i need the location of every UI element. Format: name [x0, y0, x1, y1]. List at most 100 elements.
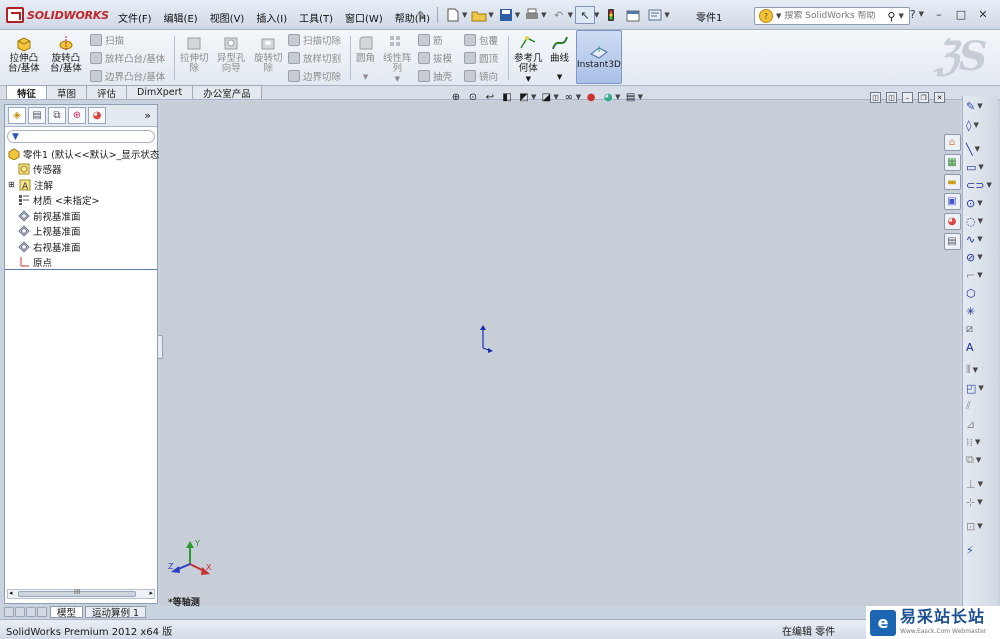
point-tool[interactable]: ✳	[966, 303, 996, 319]
instant3d-button[interactable]: Instant3D	[576, 30, 622, 84]
tab-evaluate[interactable]: 评估	[86, 85, 128, 100]
feature-tree-filter[interactable]: ▼	[7, 130, 155, 143]
view-settings-icon[interactable]: ▤	[624, 90, 638, 104]
chevron-down-icon[interactable]: ▼	[898, 12, 903, 20]
chevron-down-icon[interactable]: ▼	[526, 74, 531, 84]
chevron-down-icon[interactable]: ▼	[977, 199, 982, 207]
next-tab-icon[interactable]	[26, 607, 36, 617]
chevron-down-icon[interactable]: ▼	[977, 235, 982, 243]
boundary-boss-button[interactable]: 边界凸台/基体	[90, 68, 165, 84]
menu-insert[interactable]: 插入(I)	[250, 8, 293, 27]
linear-sketch-pattern-tool[interactable]: ⁞⁞ ▼	[966, 434, 996, 450]
smart-dimension-tool[interactable]: ◊ ▼	[966, 117, 996, 133]
custom-properties-icon[interactable]: ▤	[943, 233, 961, 250]
extruded-boss-button[interactable]: 拉伸凸 台/基体	[8, 34, 40, 74]
chevron-down-icon[interactable]: ▼	[664, 11, 669, 19]
minimize-icon[interactable]: –	[932, 7, 946, 21]
pin-icon[interactable]: ✎	[412, 6, 432, 24]
chevron-down-icon[interactable]: ▼	[531, 93, 536, 101]
horizontal-scrollbar[interactable]: ◂ III ▸	[7, 588, 155, 599]
tab-office-products[interactable]: 办公室产品	[192, 85, 262, 100]
hide-show-items-icon[interactable]: ∞	[562, 90, 576, 104]
rectangle-tool[interactable]: ▭ ▼	[966, 159, 996, 175]
chevron-right-icon[interactable]: »	[144, 109, 151, 122]
chevron-down-icon[interactable]: ▼	[978, 163, 983, 171]
chevron-down-icon[interactable]: ▼	[975, 145, 980, 153]
chevron-down-icon[interactable]: ▼	[976, 456, 981, 464]
feature-manager-tab-icon[interactable]: ◈	[8, 107, 26, 124]
zoom-to-fit-icon[interactable]: ⊕	[449, 90, 463, 104]
mirror-button[interactable]: 镜向	[464, 68, 498, 84]
sweep-button[interactable]: 扫描	[90, 32, 165, 48]
dome-button[interactable]: 圆顶	[464, 50, 498, 66]
chevron-down-icon[interactable]: ▼	[615, 93, 620, 101]
file-explorer-icon[interactable]: ▬	[943, 173, 961, 191]
linear-pattern-button[interactable]: 线性阵 列 ▼	[383, 34, 412, 84]
draft-button[interactable]: 拔模	[418, 50, 452, 66]
chevron-down-icon[interactable]: ▼	[977, 522, 982, 530]
viewport-close-icon[interactable]: ✕	[934, 92, 945, 103]
viewport-link-icon[interactable]: ◫	[886, 92, 897, 103]
print-icon[interactable]	[522, 6, 542, 24]
lofted-cut-button[interactable]: 放样切割	[288, 50, 341, 66]
revolved-cut-button[interactable]: 旋转切 除	[254, 34, 283, 74]
chevron-down-icon[interactable]: ▼	[515, 11, 520, 19]
display-style-icon[interactable]: ◪	[539, 90, 553, 104]
maximize-icon[interactable]: □	[954, 7, 968, 21]
rebuild-icon[interactable]	[601, 6, 621, 24]
reference-geometry-button[interactable]: 参考几 何体 ▼	[514, 34, 543, 84]
hole-wizard-button[interactable]: 异型孔 向导	[217, 34, 246, 74]
menu-view[interactable]: 视图(V)	[204, 8, 251, 27]
chevron-down-icon[interactable]: ▼	[557, 72, 562, 82]
swept-cut-button[interactable]: 扫描切除	[288, 32, 341, 48]
tab-model[interactable]: 模型	[50, 606, 84, 619]
extruded-cut-button[interactable]: 拉伸切 除	[180, 34, 209, 74]
edit-appearance-icon[interactable]: ●	[584, 90, 598, 104]
tree-item-front-plane[interactable]: 前视基准面	[8, 208, 157, 224]
chevron-down-icon[interactable]: ▼	[977, 102, 982, 110]
chevron-down-icon[interactable]: ▼	[978, 480, 983, 488]
dimxpert-manager-tab-icon[interactable]: ⊕	[68, 107, 86, 124]
chevron-down-icon[interactable]: ▼	[541, 11, 546, 19]
tree-item-sensors[interactable]: 传感器	[8, 162, 157, 178]
chevron-down-icon[interactable]: ▼	[977, 253, 982, 261]
chevron-down-icon[interactable]: ▼	[978, 384, 983, 392]
search-input[interactable]	[784, 11, 885, 21]
panel-splitter[interactable]	[157, 335, 163, 359]
appearances-icon[interactable]: ◕	[943, 213, 961, 231]
chevron-down-icon[interactable]: ▼	[488, 11, 493, 19]
viewport-restore-icon[interactable]: ❐	[918, 92, 929, 103]
tab-features[interactable]: 特征	[6, 85, 48, 100]
graphics-area[interactable]	[160, 101, 960, 606]
tab-dimxpert[interactable]: DimXpert	[126, 85, 194, 99]
undo-icon[interactable]: ↶	[549, 6, 569, 24]
text-tool[interactable]: A	[966, 339, 996, 355]
slot-tool[interactable]: ⊂⊃ ▼	[966, 177, 996, 193]
centerline-tool[interactable]: ⧄	[966, 321, 996, 337]
display-relations-tool[interactable]: ⊥ ▼	[966, 476, 996, 492]
fillet-sketch-tool[interactable]: ⌐ ▼	[966, 267, 996, 283]
tree-item-top-plane[interactable]: 上视基准面	[8, 224, 157, 240]
chevron-down-icon[interactable]: ▼	[978, 217, 983, 225]
chevron-down-icon[interactable]: ▼	[553, 93, 558, 101]
scroll-left-icon[interactable]: ◂	[9, 589, 13, 597]
design-library-icon[interactable]: ▦	[943, 153, 961, 171]
quick-snaps-tool[interactable]: ⊡ ▼	[966, 518, 996, 534]
wrap-button[interactable]: 包覆	[464, 32, 498, 48]
viewport-split-icon[interactable]: ◫	[870, 92, 881, 103]
options-icon[interactable]	[645, 6, 665, 24]
chevron-down-icon[interactable]: ▼	[986, 181, 991, 189]
chevron-down-icon[interactable]: ▼	[973, 121, 978, 129]
boundary-cut-button[interactable]: 边界切除	[288, 68, 341, 84]
chevron-down-icon[interactable]: ▼	[638, 93, 643, 101]
sketch-tool[interactable]: ✎ ▼	[966, 98, 996, 114]
expand-plus-icon[interactable]: ⊞	[8, 180, 16, 189]
save-icon[interactable]	[496, 6, 516, 24]
tree-item-right-plane[interactable]: 右视基准面	[8, 239, 157, 255]
section-view-icon[interactable]: ◧	[500, 90, 514, 104]
last-tab-icon[interactable]	[37, 607, 47, 617]
loft-boss-button[interactable]: 放样凸台/基体	[90, 50, 165, 66]
select-pointer-icon[interactable]: ↖	[574, 6, 595, 24]
menu-edit[interactable]: 编辑(E)	[158, 8, 204, 27]
chevron-down-icon[interactable]: ▼	[594, 11, 599, 19]
